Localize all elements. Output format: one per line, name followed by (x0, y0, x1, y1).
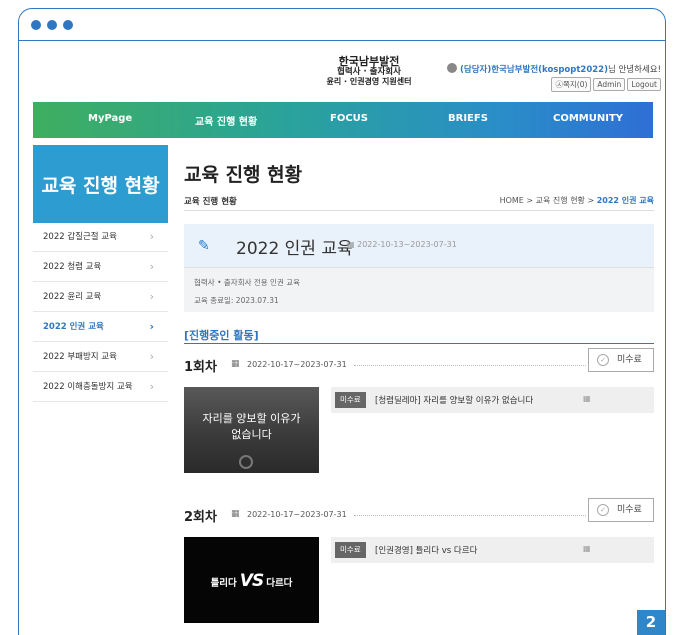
chevron-right-icon: › (149, 380, 154, 393)
admin-button[interactable]: Admin (593, 78, 626, 91)
logo-line3: 윤리 · 인권경영 지원센터 (326, 77, 412, 86)
lesson-title[interactable]: [인권경영] 틀리다 vs 다르다 (375, 544, 477, 556)
status-badge: 미수료 (335, 542, 366, 558)
breadcrumb-current: 2022 인권 교육 (596, 196, 654, 205)
sidebar-item-conflict-of-interest[interactable]: 2022 이해충돌방지 교육 › (33, 372, 168, 402)
sidebar-item-label: 2022 윤리 교육 (43, 292, 102, 302)
session-date: 2022-10-17~2023-07-31 (247, 510, 347, 519)
status-badge: 미수료 (335, 392, 366, 408)
thumbnail-right-word: 다르다 (266, 578, 293, 589)
sidebar-title: 교육 진행 현황 (33, 145, 168, 223)
logout-button[interactable]: Logout (627, 78, 661, 91)
sidebar-item-label: 2022 부패방지 교육 (43, 352, 117, 362)
window-dot-icon (31, 20, 41, 30)
session-number: 1회차 (184, 360, 217, 375)
title-divider (184, 210, 654, 211)
sidebar-item-label: 2022 갑질근절 교육 (43, 232, 117, 242)
window-dot-icon (47, 20, 57, 30)
video-thumbnail[interactable]: 자리를 양보할 이유가없습니다 (184, 387, 319, 473)
dotted-divider (354, 515, 586, 516)
status-label: 미수료 (617, 505, 642, 515)
sidebar-menu: 2022 갑질근절 교육 › 2022 청렴 교육 › 2022 윤리 교육 › 20… (33, 222, 168, 402)
lesson-title[interactable]: [청렴딜레마] 자리를 양보할 이유가 없습니다 (375, 394, 533, 406)
status-label: 미수료 (617, 355, 642, 365)
session-2: 2회차 ▦ 2022-10-17~2023-07-31 ✓ 미수료 틀리다 VS 다르… (184, 498, 654, 635)
breadcrumb: HOME > 교육 진행 현황 > 2022 인권 교육 (500, 195, 654, 206)
video-thumbnail[interactable]: 틀리다 VS 다르다 (184, 537, 319, 623)
calendar-icon: ▦ (347, 240, 358, 249)
sidebar-item-label: 2022 이해충돌방지 교육 (43, 382, 133, 392)
message-button[interactable]: ㉦쪽지(0) (551, 77, 592, 92)
breadcrumb-home[interactable]: HOME (500, 196, 524, 205)
course-date: ▦ 2022-10-13~2023-07-31 (347, 240, 457, 249)
page-subtitle: 교육 진행 현황 (184, 197, 237, 207)
sidebar-item-label: 2022 인권 교육 (43, 322, 104, 332)
site-logo[interactable]: 한국남부발전 협력사 · 출자회사 윤리 · 인권경영 지원센터 (309, 55, 429, 87)
sidebar-item-ethics[interactable]: 2022 윤리 교육 › (33, 282, 168, 312)
chevron-right-icon: › (149, 230, 154, 243)
lesson-row[interactable]: 미수료 [청렴딜레마] 자리를 양보할 이유가 없습니다 ▦ (331, 387, 654, 413)
chevron-right-icon: › (149, 260, 154, 273)
calendar-icon: ▦ (231, 359, 240, 369)
user-icon (446, 63, 457, 73)
section-title: [진행중인 활동] (184, 329, 259, 342)
sidebar-item-integrity[interactable]: 2022 청렴 교육 › (33, 252, 168, 282)
site-header: 한국남부발전 협력사 · 출자회사 윤리 · 인권경영 지원센터 (담당자)한국… (19, 41, 665, 99)
page-number-badge: 2 (637, 610, 665, 635)
user-name: (담당자)한국남부발전(kospopt2022) (459, 65, 608, 75)
course-card: ✎ 2022 인권 교육 ▦ 2022-10-13~2023-07-31 협력사… (184, 224, 654, 312)
greeting-text: 님 안녕하세요! (607, 65, 661, 75)
breadcrumb-sep: > (587, 196, 595, 205)
pencil-icon: ✎ (198, 238, 210, 254)
user-greeting: (담당자)한국남부발전(kospopt2022)님 안녕하세요! (446, 63, 661, 75)
nav-item-mypage[interactable]: MyPage (88, 113, 132, 124)
nav-item-focus[interactable]: FOCUS (330, 113, 368, 124)
check-circle-icon: ✓ (597, 354, 609, 366)
lesson-row[interactable]: 미수료 [인권경영] 틀리다 vs 다르다 ▦ (331, 537, 654, 563)
breadcrumb-parent[interactable]: 교육 진행 현황 (536, 196, 585, 205)
section-divider (184, 343, 654, 344)
window-dot-icon (63, 20, 73, 30)
thumbnail-vs: VS (239, 571, 264, 591)
course-title: 2022 인권 교육 (236, 239, 353, 259)
thumbnail-text: 자리를 양보할 이유가없습니다 (184, 411, 319, 443)
nav-item-briefs[interactable]: BRIEFS (448, 113, 488, 124)
logo-line1: 한국남부발전 (338, 55, 400, 68)
status-button[interactable]: ✓ 미수료 (588, 348, 654, 372)
course-description: 협력사 • 출자회사 전용 인권 교육 (194, 278, 301, 287)
thumbnail-line2: 없습니다 (231, 428, 272, 441)
session-number: 2회차 (184, 510, 217, 525)
status-button[interactable]: ✓ 미수료 (588, 498, 654, 522)
calendar-icon: ▦ (231, 509, 240, 519)
chevron-right-icon: › (149, 290, 154, 303)
sidebar-item-human-rights[interactable]: 2022 인권 교육 › (33, 312, 168, 342)
course-end-date: 교육 종료일: 2023.07.31 (194, 296, 279, 305)
thumbnail-left-word: 틀리다 (210, 578, 237, 589)
main-nav: MyPage 교육 진행 현황 FOCUS BRIEFS COMMUNITY (33, 102, 653, 138)
chevron-right-icon: › (149, 320, 154, 333)
window-titlebar (19, 9, 665, 41)
breadcrumb-sep: > (526, 196, 534, 205)
session-date: 2022-10-17~2023-07-31 (247, 360, 347, 369)
thumbnail-line1: 자리를 양보할 이유가 (202, 412, 301, 425)
sidebar-item-harassment[interactable]: 2022 갑질근절 교육 › (33, 222, 168, 252)
course-date-text: 2022-10-13~2023-07-31 (357, 240, 457, 249)
session-1: 1회차 ▦ 2022-10-17~2023-07-31 ✓ 미수료 자리를 양보할… (184, 348, 654, 486)
bus-wheel-graphic (239, 455, 253, 469)
calendar-icon: ▦ (583, 544, 591, 553)
thumbnail-text: 틀리다 VS 다르다 (184, 571, 319, 591)
course-header: ✎ 2022 인권 교육 ▦ 2022-10-13~2023-07-31 (184, 224, 654, 268)
nav-item-edu-status[interactable]: 교육 진행 현황 (195, 113, 257, 128)
page-title: 교육 진행 현황 (184, 164, 303, 186)
dotted-divider (354, 365, 586, 366)
sidebar-item-anti-corruption[interactable]: 2022 부패방지 교육 › (33, 342, 168, 372)
chevron-right-icon: › (149, 350, 154, 363)
nav-item-community[interactable]: COMMUNITY (553, 113, 623, 124)
check-circle-icon: ✓ (597, 504, 609, 516)
sidebar-item-label: 2022 청렴 교육 (43, 262, 102, 272)
logo-line2: 협력사 · 출자회사 (337, 67, 401, 77)
header-buttons: ㉦쪽지(0) Admin Logout (549, 77, 661, 92)
calendar-icon: ▦ (583, 394, 591, 403)
